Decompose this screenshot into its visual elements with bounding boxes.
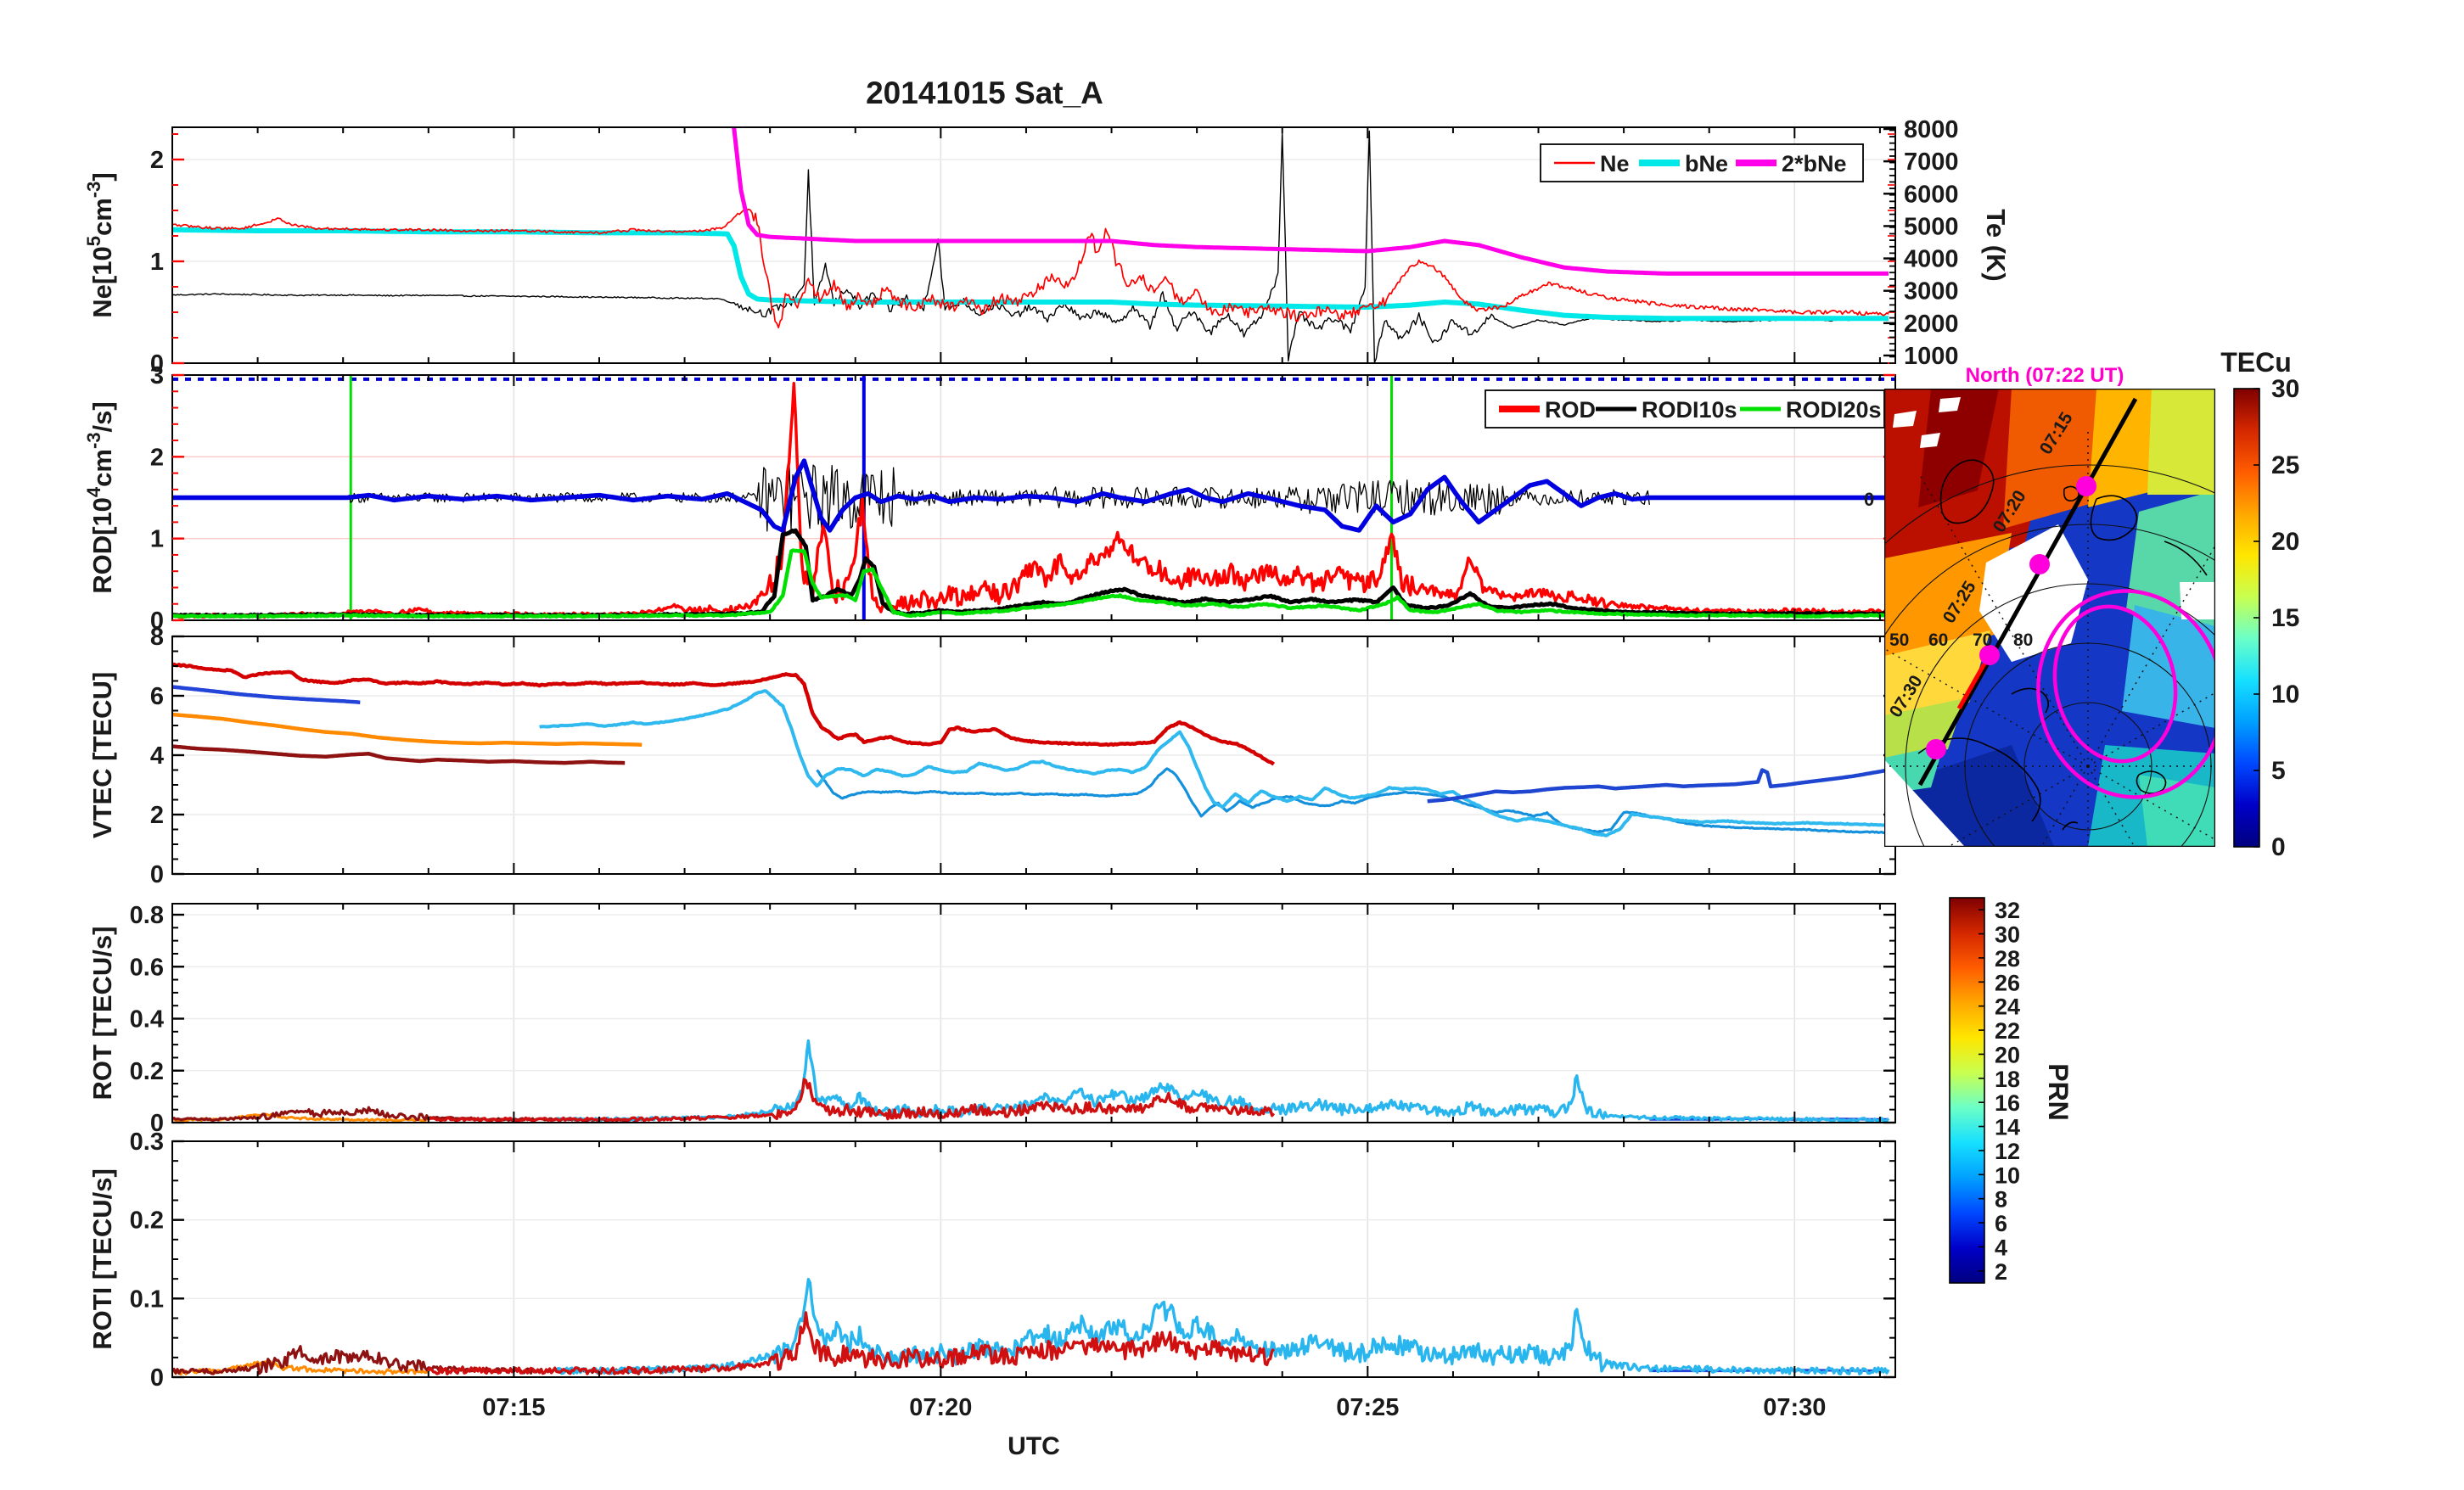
te-axis-label: Te (K) bbox=[1981, 209, 2011, 282]
colorbar-tick-label: 25 bbox=[2271, 451, 2299, 479]
generated-plot-layers: 01210002000300040005000600070008000Te (K… bbox=[83, 116, 2299, 1421]
te-tick: 3000 bbox=[1904, 278, 1959, 305]
x-tick-label: 07:25 bbox=[1336, 1394, 1399, 1421]
colorbar-tick-label: 10 bbox=[2271, 681, 2299, 709]
colorbar-tick-label: 18 bbox=[1995, 1067, 2020, 1092]
colorbar-tick-label: 20 bbox=[1995, 1042, 2020, 1067]
series-2*bNe bbox=[732, 128, 1889, 276]
x-tick-label: 07:20 bbox=[909, 1394, 972, 1421]
colorbar-tick-label: 26 bbox=[1995, 970, 2020, 995]
te-tick: 6000 bbox=[1904, 181, 1959, 208]
prn-colorbar: 2468101214161820222426283032 bbox=[1949, 897, 2020, 1285]
colorbar-tick-label: 24 bbox=[1995, 994, 2020, 1020]
series-PRN-blue bbox=[173, 685, 361, 704]
latitude-label: 80 bbox=[2013, 630, 2033, 650]
panel-rod-ytick: 1 bbox=[150, 526, 164, 553]
panel-roti-ylabel: ROTI [TECU/s] bbox=[87, 1168, 117, 1350]
tecu-colorbar: 0 5 10 15 20 25 30 bbox=[2233, 375, 2299, 861]
chart-canvas: 01210002000300040005000600070008000Te (K… bbox=[83, 76, 2299, 1460]
panel-rot-ytick: 0.2 bbox=[130, 1058, 164, 1085]
colorbar-tick-label: 2 bbox=[1995, 1259, 2007, 1285]
panel-ne-te-ytick: 2 bbox=[150, 147, 164, 174]
colorbar-tick-label: 14 bbox=[1995, 1115, 2020, 1140]
latitude-label: 70 bbox=[1973, 630, 1992, 650]
legend-label: RODI20s bbox=[1786, 397, 1882, 423]
panel-rot-ylabel: ROT [TECU/s] bbox=[87, 927, 117, 1101]
series-PRN-red bbox=[173, 662, 1276, 766]
panel-vtec-ytick: 0 bbox=[150, 861, 164, 888]
panel-ne-te bbox=[173, 128, 1894, 362]
colorbar-tick-label: 8 bbox=[1995, 1187, 2007, 1213]
panel-roti-ytick: 0.1 bbox=[130, 1286, 164, 1313]
series-ROTI-cyan bbox=[555, 1278, 1890, 1375]
panel-vtec-ytick: 2 bbox=[150, 802, 164, 829]
series-PRN-darkblue bbox=[1427, 768, 1889, 804]
panel-ne-te-legend: Ne bNe 2*bNe bbox=[1540, 143, 1864, 182]
panel-roti-ytick: 0.2 bbox=[130, 1207, 164, 1235]
latitude-label: 50 bbox=[1889, 630, 1909, 650]
track-time-dot bbox=[2076, 476, 2096, 496]
legend-label: bNe bbox=[1685, 151, 1728, 176]
colorbar-tick-label: 30 bbox=[2271, 375, 2299, 403]
figure-title: 20141015 Sat_A bbox=[866, 76, 1103, 110]
colorbar-tick-label: 6 bbox=[1995, 1211, 2007, 1236]
colorbar-tick-label: 20 bbox=[2271, 528, 2299, 556]
te-tick: 4000 bbox=[1904, 246, 1959, 273]
series-PRN-cyan bbox=[539, 689, 1889, 837]
te-tick: 5000 bbox=[1904, 213, 1959, 240]
colorbar-tick-label: 28 bbox=[1995, 946, 2020, 972]
legend-label: RODI10s bbox=[1642, 397, 1737, 423]
prn-colorbar-title: PRN bbox=[2043, 1063, 2074, 1121]
te-tick: 1000 bbox=[1904, 343, 1959, 370]
panel-vtec-ytick: 8 bbox=[150, 624, 164, 651]
te-tick: 7000 bbox=[1904, 148, 1959, 176]
panel-roti-ytick: 0.3 bbox=[130, 1129, 164, 1156]
x-tick-label: 07:30 bbox=[1763, 1394, 1826, 1421]
colorbar-tick-label: 15 bbox=[2271, 604, 2299, 632]
map-longitude-label: 0 bbox=[1864, 489, 1874, 510]
panel-roti bbox=[173, 1142, 1894, 1376]
te-tick: 2000 bbox=[1904, 311, 1959, 338]
panel-vtec-ytick: 4 bbox=[150, 742, 164, 770]
colorbar-tick-label: 12 bbox=[1995, 1139, 2020, 1164]
panel-rot-ytick: 0.6 bbox=[130, 954, 164, 981]
panel-vtec-ylabel: VTEC [TECU] bbox=[87, 672, 117, 838]
track-time-dot bbox=[1926, 739, 1946, 759]
tecu-colorbar-title: TECu bbox=[2220, 347, 2292, 378]
panel-rod-ytick: 3 bbox=[150, 362, 164, 389]
panel-ne-te-ylabel: Ne[105cm-3] bbox=[83, 172, 117, 317]
colorbar-tick-label: 4 bbox=[1995, 1235, 2007, 1260]
te-tick: 8000 bbox=[1904, 116, 1959, 143]
x-axis-label: UTC bbox=[1007, 1432, 1060, 1460]
colorbar-tick-label: 0 bbox=[2271, 833, 2286, 861]
legend-label: Ne bbox=[1600, 151, 1630, 176]
panel-rot-ytick: 0.4 bbox=[130, 1006, 164, 1033]
panel-ne-te-ytick: 1 bbox=[150, 249, 164, 276]
panel-rod-legend: ROD RODI10s RODI20s bbox=[1485, 389, 1885, 429]
map-title: North (07:22 UT) bbox=[1966, 364, 2124, 387]
panel-vtec-ytick: 6 bbox=[150, 683, 164, 710]
panel-rot-ytick: 0.8 bbox=[130, 902, 164, 929]
figure-root: 0 1 2 1000 2000 3000 4000 5000 6000 7000 8000 Te (K… bbox=[0, 0, 2464, 1490]
colorbar-tick-label: 32 bbox=[1995, 898, 2020, 923]
latitude-label: 60 bbox=[1928, 630, 1948, 650]
track-time-dot bbox=[2029, 554, 2050, 574]
series-PRN-medblue bbox=[816, 767, 1889, 834]
legend-label: ROD bbox=[1545, 397, 1596, 423]
panel-rod-ylabel: ROD[104cm-3/s] bbox=[83, 401, 117, 594]
panel-roti-ytick: 0 bbox=[150, 1364, 164, 1392]
colorbar-tick-label: 10 bbox=[1995, 1162, 2020, 1188]
colorbar-tick-label: 5 bbox=[2271, 757, 2286, 785]
colorbar-tick-label: 22 bbox=[1995, 1018, 2020, 1044]
panel-rot bbox=[173, 905, 1894, 1122]
panel-rod-ytick: 2 bbox=[150, 444, 164, 471]
series-PRN-orange bbox=[173, 712, 643, 748]
legend-label: 2*bNe bbox=[1782, 151, 1847, 176]
panel-vtec bbox=[173, 637, 1894, 873]
x-tick-label: 07:15 bbox=[482, 1394, 545, 1421]
series-RODI-bg bbox=[173, 458, 1889, 533]
colorbar-tick-label: 30 bbox=[1995, 922, 2020, 948]
colorbar-tick-label: 16 bbox=[1995, 1090, 2020, 1116]
